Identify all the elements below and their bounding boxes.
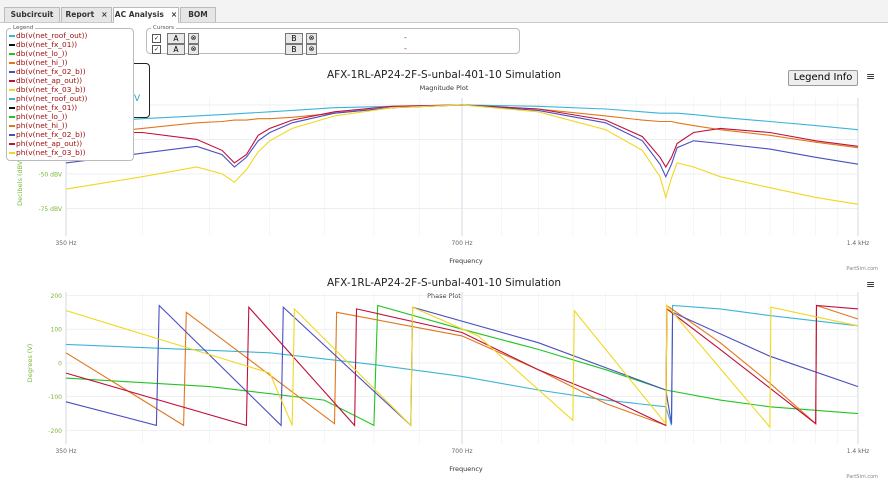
legend-item[interactable]: ph(v(net_lo_)) [7, 112, 133, 121]
x-tick-label: 350 Hz [55, 240, 76, 247]
close-icon[interactable]: × [171, 10, 177, 19]
y-tick-label: 0 [58, 360, 62, 367]
y-tick-label: -75 dBV [38, 206, 62, 213]
credit-label: PartSim.com [846, 474, 878, 480]
cursor-b-button[interactable]: B [285, 33, 303, 44]
tab-subcircuit[interactable]: Subcircuit [4, 7, 60, 22]
tab-bar: Subcircuit Report × AC Analysis × BOM [0, 0, 888, 23]
y-tick-label: 200 [51, 293, 63, 300]
legend-item-label: ph(v(net_fx_02_b)) [16, 130, 86, 139]
series-swatch [9, 44, 15, 46]
legend-item-label: db(v(net_fx_03_b)) [16, 85, 86, 94]
legend-item-label: ph(v(net_lo_)) [16, 112, 68, 121]
legend-item-label: db(v(net_fx_01)) [16, 40, 78, 49]
legend-item[interactable]: db(v(net_fx_03_b)) [7, 85, 133, 94]
cursor-checkbox[interactable]: ✓ [152, 34, 161, 43]
legend-item[interactable]: db(v(net_hi_)) [7, 58, 133, 67]
legend-item-label: db(v(net_roof_out)) [16, 31, 88, 40]
cursor-value: - [404, 44, 407, 53]
series-swatch [9, 62, 15, 64]
series-swatch [9, 71, 15, 73]
clear-cursor-b-icon[interactable]: ⊗ [306, 33, 317, 44]
y-tick-label: -200 [48, 428, 62, 435]
cursors-panel: Cursors ✓ A ⊗ B ⊗ - ✓ A ⊗ B ⊗ - [146, 25, 520, 55]
series-swatch [9, 134, 15, 136]
x-tick-label: 700 Hz [451, 448, 472, 455]
legend-panel: Legend db(v(net_roof_out)) db(v(net_fx_01… [6, 25, 134, 161]
tab-report[interactable]: Report × [61, 7, 112, 22]
legend-item[interactable]: ph(v(net_roof_out)) [7, 94, 133, 103]
legend-list: db(v(net_roof_out)) db(v(net_fx_01)) db(v(… [7, 31, 133, 157]
chart-subtitle: Magnitude Plot [420, 84, 469, 92]
clear-cursor-b-icon[interactable]: ⊗ [306, 44, 317, 55]
cursors-title: Cursors [153, 25, 174, 31]
series-swatch [9, 116, 15, 118]
series-swatch [9, 53, 15, 55]
legend-item-label: db(v(net_fx_02_b)) [16, 67, 86, 76]
series-swatch [9, 35, 15, 37]
series-swatch [9, 107, 15, 109]
chart-title: AFX-1RL-AP24-2F-S-unbal-401-10 Simulatio… [327, 69, 561, 81]
series-swatch [9, 80, 15, 82]
cursor-b-button[interactable]: B [285, 44, 303, 55]
tooltip-text: V [134, 94, 141, 104]
legend-item[interactable]: db(v(net_lo_)) [7, 49, 133, 58]
series-swatch [9, 143, 15, 145]
y-axis-title: Decibels (dBV) [16, 158, 24, 206]
tab-ac-analysis[interactable]: AC Analysis × [113, 7, 179, 23]
legend-item-label: ph(v(net_fx_01)) [16, 103, 78, 112]
cursor-value: - [404, 33, 407, 42]
legend-item-label: ph(v(net_fx_03_b)) [16, 148, 86, 157]
x-tick-label: 1.4 kHz [847, 240, 870, 247]
series-swatch [9, 89, 15, 91]
legend-item-label: db(v(net_ap_out)) [16, 76, 83, 85]
legend-item[interactable]: ph(v(net_fx_03_b)) [7, 148, 133, 157]
tab-label: Report [65, 10, 95, 19]
chart-title: AFX-1RL-AP24-2F-S-unbal-401-10 Simulatio… [327, 277, 561, 289]
cursor-a-button[interactable]: A [167, 44, 185, 55]
legend-item[interactable]: ph(v(net_fx_01)) [7, 103, 133, 112]
legend-item[interactable]: db(v(net_ap_out)) [7, 76, 133, 85]
x-axis-title: Frequency [449, 465, 483, 473]
x-tick-label: 1.4 kHz [847, 448, 870, 455]
cursor-checkbox[interactable]: ✓ [152, 45, 161, 54]
legend-item-label: ph(v(net_roof_out)) [16, 94, 88, 103]
legend-item-label: db(v(net_lo_)) [16, 49, 68, 58]
tab-label: BOM [188, 10, 208, 19]
tab-label: AC Analysis [114, 10, 164, 19]
legend-item[interactable]: db(v(net_roof_out)) [7, 31, 133, 40]
legend-item[interactable]: db(v(net_fx_02_b)) [7, 67, 133, 76]
clear-cursor-a-icon[interactable]: ⊗ [188, 44, 199, 55]
tab-label: Subcircuit [10, 10, 54, 19]
y-tick-label: -50 dBV [38, 171, 62, 178]
series-swatch [9, 152, 15, 154]
y-tick-label: -100 [48, 394, 62, 401]
tab-bom[interactable]: BOM [180, 7, 216, 22]
legend-item-label: ph(v(net_hi_)) [16, 121, 68, 130]
clear-cursor-a-icon[interactable]: ⊗ [188, 33, 199, 44]
x-tick-label: 700 Hz [451, 240, 472, 247]
cursor-a-button[interactable]: A [167, 33, 185, 44]
series-swatch [9, 98, 15, 100]
y-tick-label: 100 [51, 327, 63, 334]
close-icon[interactable]: × [101, 10, 107, 19]
legend-item-label: ph(v(net_ap_out)) [16, 139, 83, 148]
y-axis-title: Degrees (V) [26, 344, 34, 383]
phase-chart[interactable]: AFX-1RL-AP24-2F-S-unbal-401-10 Simulatio… [0, 272, 888, 484]
x-axis-title: Frequency [449, 257, 483, 265]
legend-item-label: db(v(net_hi_)) [16, 58, 68, 67]
x-tick-label: 350 Hz [55, 448, 76, 455]
legend-item[interactable]: db(v(net_fx_01)) [7, 40, 133, 49]
legend-item[interactable]: ph(v(net_ap_out)) [7, 139, 133, 148]
chart-subtitle: Phase Plot [427, 292, 461, 300]
legend-item[interactable]: ph(v(net_hi_)) [7, 121, 133, 130]
legend-item[interactable]: ph(v(net_fx_02_b)) [7, 130, 133, 139]
series-swatch [9, 125, 15, 127]
